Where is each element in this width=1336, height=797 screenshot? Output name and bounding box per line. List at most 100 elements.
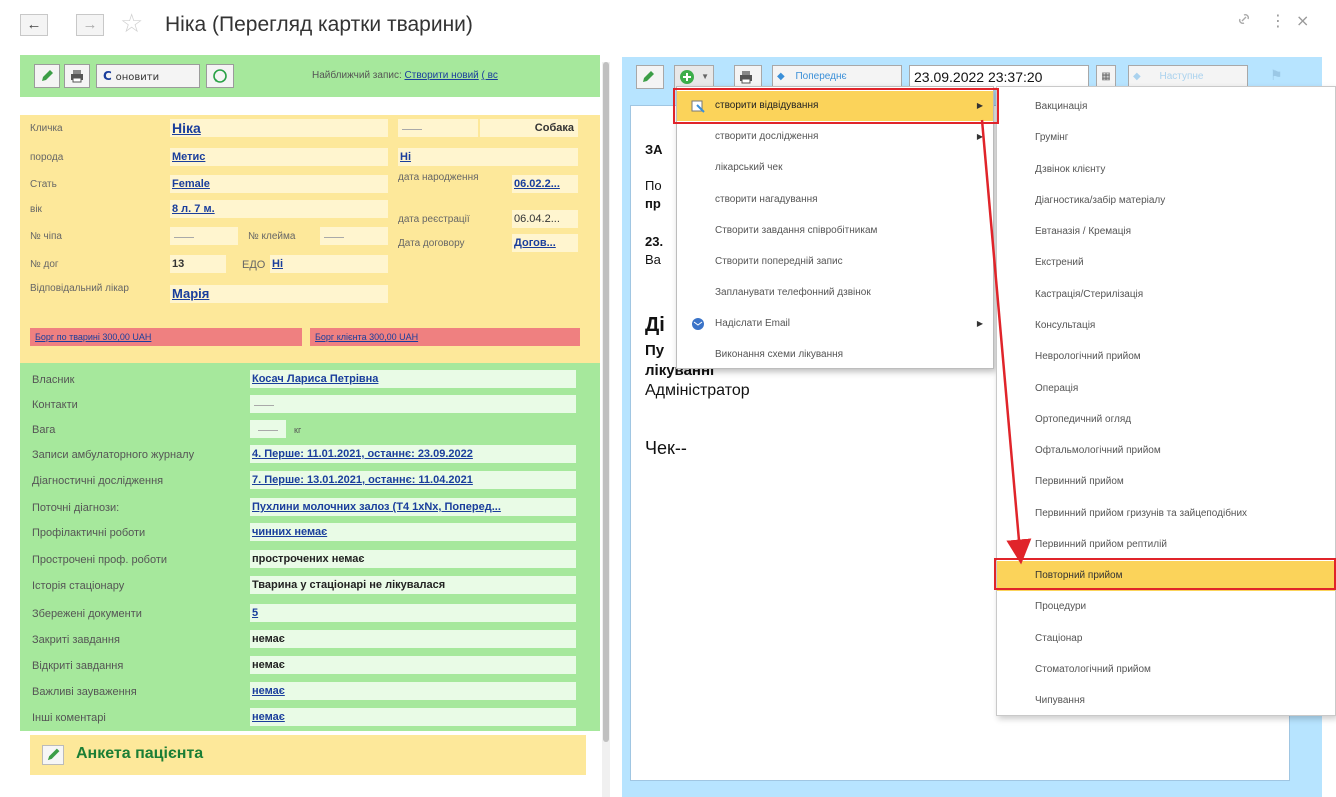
print-button[interactable] xyxy=(64,64,90,88)
link-icon[interactable] xyxy=(1236,11,1252,31)
submenu-item-chipping[interactable]: Чипування xyxy=(997,686,1335,715)
overdue-value: прострочених немає xyxy=(250,550,576,568)
age-value[interactable]: 8 л. 7 м. xyxy=(170,200,388,218)
doctor-value[interactable]: Марія xyxy=(170,285,388,303)
comments-value[interactable]: немає xyxy=(250,708,576,726)
submenu-item-ophthalmology[interactable]: Офтальмологічний прийом xyxy=(997,436,1335,466)
menu-item-create-reminder[interactable]: створити нагадування xyxy=(677,185,993,215)
submenu-item-dental[interactable]: Стоматологічний прийом xyxy=(997,655,1335,685)
doc-line-di: Ді xyxy=(645,314,665,336)
breed-extra-value[interactable]: Ні xyxy=(398,148,578,166)
age-label: вік xyxy=(30,204,42,215)
nickname-value[interactable]: Ніка xyxy=(170,119,388,137)
close-icon[interactable]: × xyxy=(1296,11,1309,30)
menu-item-medical-check[interactable]: лікарський чек xyxy=(677,153,993,183)
submenu-item-surgery[interactable]: Операція xyxy=(997,374,1335,404)
contacts-value[interactable] xyxy=(250,395,576,413)
menu-item-label: лікарський чек xyxy=(715,162,783,173)
submenu-item-orthopedic[interactable]: Ортопедичний огляд xyxy=(997,405,1335,435)
owner-label: Власник xyxy=(32,374,75,386)
diagnoses-value[interactable]: Пухлини молочних залоз (T4 1xNx, Поперед… xyxy=(250,498,576,516)
left-toolbar: С оновити Найближчий запис: Створити нов… xyxy=(20,55,600,97)
edo-label: ЕДО xyxy=(242,259,266,271)
chevron-down-icon: ▼ xyxy=(701,72,709,81)
owner-value[interactable]: Косач Лариса Петрівна xyxy=(250,370,576,388)
menu-item-create-research[interactable]: створити дослідження ▶ xyxy=(677,122,993,152)
documents-value[interactable]: 5 xyxy=(250,604,576,622)
whatsapp-button[interactable] xyxy=(206,64,234,88)
refresh-icon: С xyxy=(103,69,112,83)
menu-item-schedule-call[interactable]: Запланувати телефонний дзвінок xyxy=(677,278,993,308)
client-debt-badge[interactable]: Борг клієнта 300,00 UAH xyxy=(310,328,580,346)
questionnaire-edit-button[interactable] xyxy=(42,745,64,765)
edit-button[interactable] xyxy=(34,64,60,88)
prevention-value[interactable]: чинних немає xyxy=(250,523,576,541)
menu-item-create-preappointment[interactable]: Створити попередній запис xyxy=(677,247,993,277)
submenu-item-grooming[interactable]: Грумінг xyxy=(997,123,1335,153)
nearest-suffix[interactable]: ( вс xyxy=(482,70,498,81)
link-chain-icon xyxy=(1239,14,1249,24)
submenu-arrow-icon: ▶ xyxy=(976,319,983,328)
nearest-appointment: Найближчий запис: Створити новий ( вс xyxy=(312,70,498,81)
animal-debt-badge[interactable]: Борг по тварині 300,00 UAH xyxy=(30,328,302,346)
patient-questionnaire-section[interactable]: Анкета пацієнта xyxy=(30,735,586,775)
highlight-repeat-visit xyxy=(994,558,1336,590)
edit-button[interactable] xyxy=(636,65,664,89)
menu-item-treatment-scheme[interactable]: Виконання схеми лікування xyxy=(677,340,993,370)
create-new-link[interactable]: Створити новий xyxy=(405,70,479,81)
submenu-item-consultation[interactable]: Консультація xyxy=(997,311,1335,341)
contract-date-value[interactable]: Догов... xyxy=(512,234,578,252)
favorite-star-icon[interactable]: ☆ xyxy=(120,9,143,39)
overdue-label: Прострочені проф. роботи xyxy=(32,554,168,566)
submenu-item-client-call[interactable]: Дзвінок клієнту xyxy=(997,155,1335,185)
weight-field[interactable] xyxy=(250,420,286,438)
brand-field[interactable] xyxy=(320,227,388,245)
highlight-create-visit xyxy=(673,88,999,124)
birth-date-value[interactable]: 06.02.2... xyxy=(512,175,578,193)
sex-value[interactable]: Female xyxy=(170,175,388,193)
menu-item-label: створити дослідження xyxy=(715,131,819,142)
open-tasks-label: Відкриті завдання xyxy=(32,660,124,672)
contract-no-value: 13 xyxy=(170,255,226,273)
hospital-label: Історія стаціонару xyxy=(32,580,125,592)
submenu-item-hospital[interactable]: Стаціонар xyxy=(997,624,1335,654)
submenu-item-euthanasia[interactable]: Евтаназія / Кремація xyxy=(997,217,1335,247)
refresh-button[interactable]: С оновити xyxy=(96,64,200,88)
menu-item-send-email[interactable]: Надіслати Email ▶ xyxy=(677,309,993,339)
closed-tasks-label: Закриті завдання xyxy=(32,634,120,646)
back-button[interactable]: ← xyxy=(20,14,48,36)
submenu-item-procedures[interactable]: Процедури xyxy=(997,592,1335,622)
printer-icon xyxy=(740,71,752,84)
whatsapp-icon xyxy=(213,69,227,83)
submenu-item-castration[interactable]: Кастрація/Стерилізація xyxy=(997,280,1335,310)
chip-field[interactable] xyxy=(170,227,238,245)
next-label: Наступне xyxy=(1159,71,1204,82)
submenu-item-neurology[interactable]: Неврологічний прийом xyxy=(997,342,1335,372)
breed-value[interactable]: Метис xyxy=(170,148,388,166)
submenu-item-primary-rodents[interactable]: Первинний прийом гризунів та зайцеподібн… xyxy=(997,499,1335,529)
submenu-item-diagnostics[interactable]: Діагностика/забір матеріалу xyxy=(997,186,1335,216)
submenu-item-primary-reptiles[interactable]: Первинний прийом рептилій xyxy=(997,530,1335,560)
doc-line-date: 23. xyxy=(645,234,664,249)
forward-button[interactable]: → xyxy=(76,14,104,36)
questionnaire-title: Анкета пацієнта xyxy=(76,745,204,762)
edo-value[interactable]: Ні xyxy=(270,255,388,273)
menu-item-create-staff-task[interactable]: Створити завдання співробітникам xyxy=(677,216,993,246)
left-scrollbar-thumb[interactable] xyxy=(603,62,609,742)
sex-label: Стать xyxy=(30,179,57,190)
flag-icon[interactable]: ⚑ xyxy=(1270,67,1283,84)
journal-value[interactable]: 4. Перше: 11.01.2021, останнє: 23.09.202… xyxy=(250,445,576,463)
doc-line-za: ЗА xyxy=(645,142,663,157)
remarks-value[interactable]: немає xyxy=(250,682,576,700)
submenu-item-vaccination[interactable]: Вакцинація xyxy=(997,92,1335,122)
diagnostics-value[interactable]: 7. Перше: 13.01.2021, останнє: 11.04.202… xyxy=(250,471,576,489)
left-scrollbar[interactable] xyxy=(602,62,610,797)
next-arrow-icon: ◆ xyxy=(1133,71,1141,82)
species-select[interactable] xyxy=(398,119,478,137)
pencil-icon xyxy=(643,71,654,82)
submenu-item-emergency[interactable]: Екстрений xyxy=(997,248,1335,278)
more-icon[interactable]: ⋮ xyxy=(1270,11,1286,30)
window-title: Ніка (Перегляд картки тварини) xyxy=(165,13,473,36)
submenu-item-primary[interactable]: Первинний прийом xyxy=(997,467,1335,497)
diagnostics-label: Діагностичні дослідження xyxy=(32,475,164,487)
